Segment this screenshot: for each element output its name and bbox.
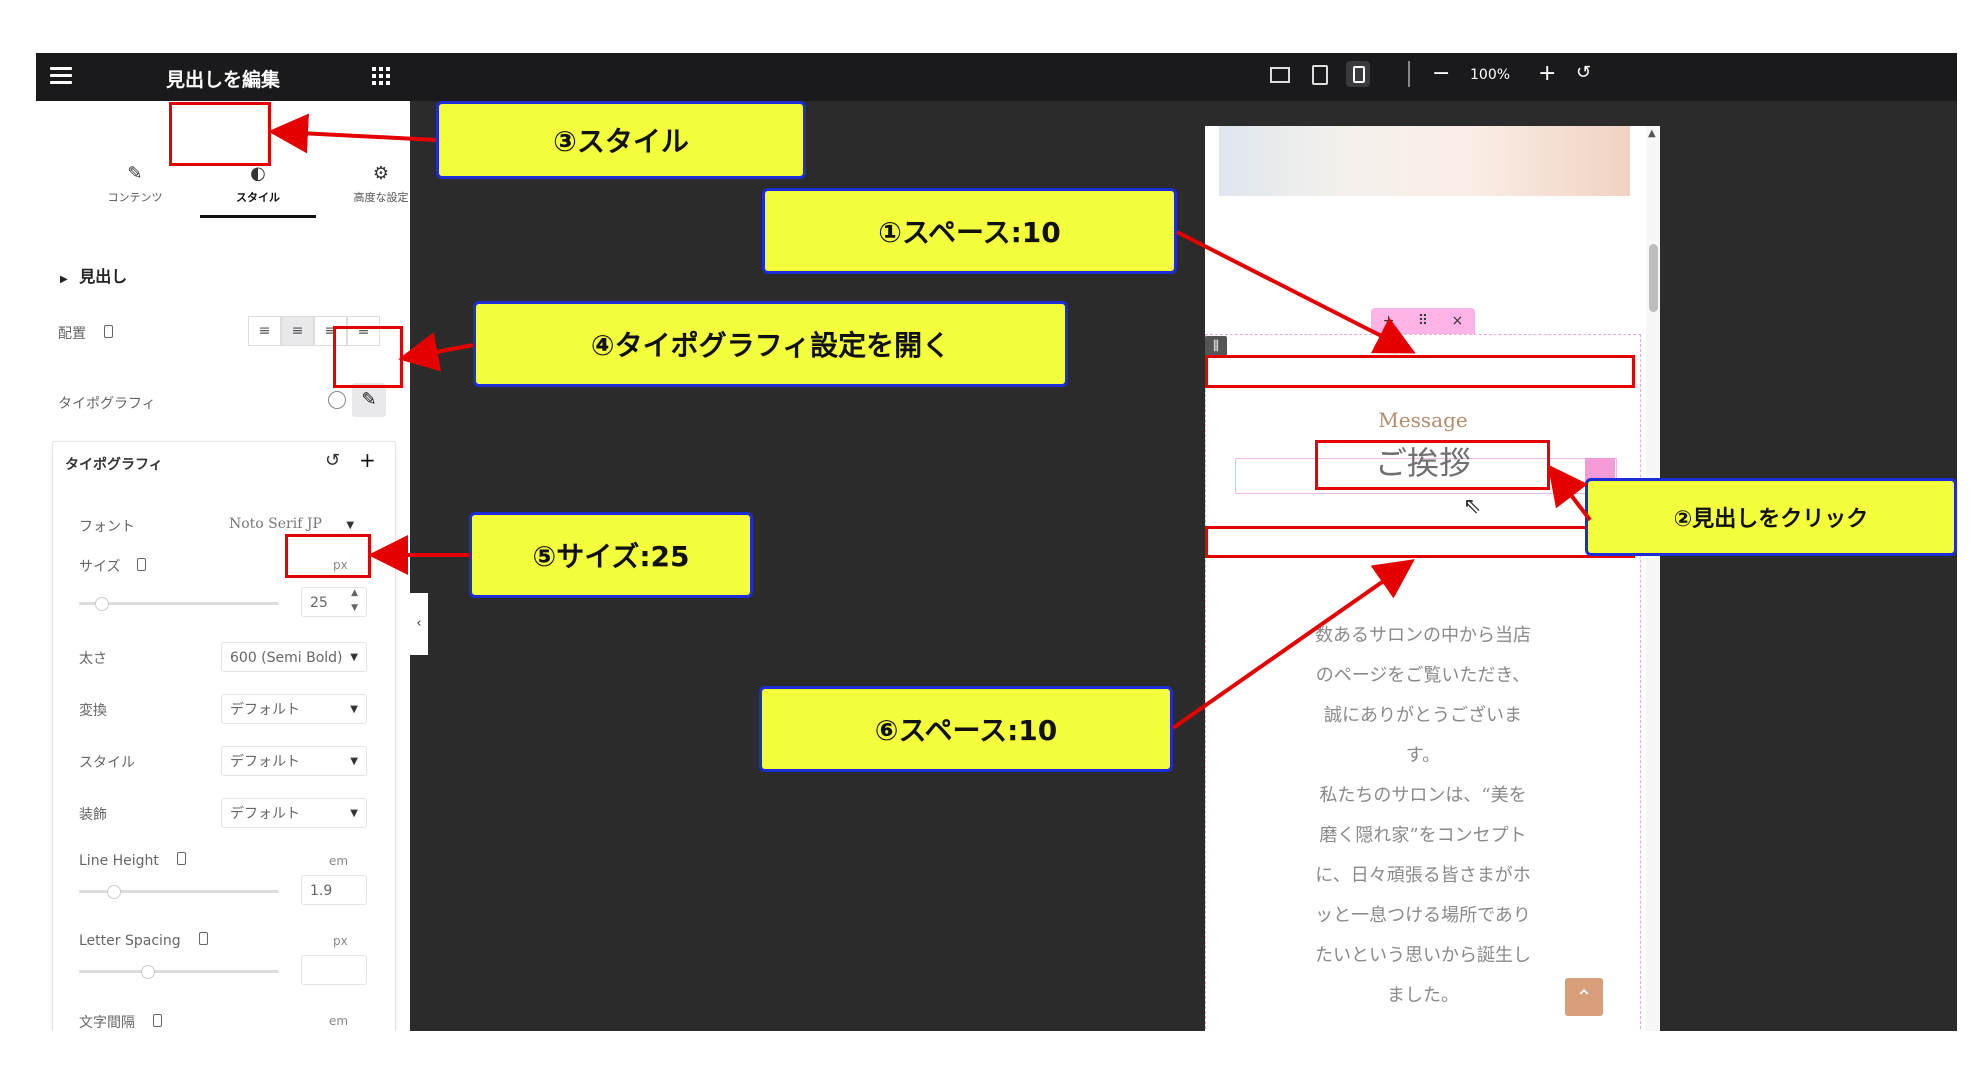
message-subtitle[interactable]: Message xyxy=(1205,408,1641,432)
alignment-label: 配置 xyxy=(58,323,114,343)
chevron-down-icon: ▼ xyxy=(350,756,358,767)
letter-spacing-slider-knob[interactable] xyxy=(141,965,155,979)
chevron-down-icon: ▼ xyxy=(350,808,358,819)
scrollbar-thumb[interactable] xyxy=(1649,244,1658,312)
word-spacing-unit[interactable]: em xyxy=(329,1014,348,1028)
tab-content[interactable]: ✎ コンテンツ xyxy=(80,163,190,205)
chevron-down-icon: ▼ xyxy=(350,652,358,663)
size-input[interactable]: 25 ▲ ▼ xyxy=(301,587,367,617)
mobile-icon xyxy=(153,1014,163,1027)
highlight-space-bottom xyxy=(1205,526,1635,558)
reset-zoom-icon[interactable]: ↺ xyxy=(1576,62,1591,83)
weight-label: 太さ xyxy=(79,651,107,667)
decoration-select[interactable]: デフォルト ▼ xyxy=(221,798,367,828)
line-height-label: Line Height xyxy=(79,852,187,869)
contrast-icon: ◐ xyxy=(250,163,266,184)
transform-select[interactable]: デフォルト ▼ xyxy=(221,694,367,724)
mobile-icon xyxy=(104,325,114,338)
highlight-style-tab xyxy=(169,102,271,166)
add-icon[interactable]: + xyxy=(359,448,376,472)
callout-style: ③スタイル xyxy=(436,101,806,179)
reset-icon[interactable]: ↺ xyxy=(325,450,340,471)
edit-typography-button[interactable]: ✎ xyxy=(352,383,386,417)
line-height-slider[interactable] xyxy=(79,885,279,899)
mobile-icon xyxy=(199,932,209,945)
align-left-icon[interactable]: ≡ xyxy=(248,316,281,346)
zoom-out-button[interactable]: − xyxy=(1432,61,1450,86)
drag-handle-icon[interactable]: ⠿ xyxy=(1418,313,1428,329)
banner-image xyxy=(1219,126,1630,196)
scroll-up-icon[interactable]: ▲ xyxy=(1648,128,1656,139)
chevron-down-icon: ▼ xyxy=(350,704,358,715)
letter-spacing-unit[interactable]: px xyxy=(333,934,348,948)
callout-space-top: ①スペース:10 xyxy=(762,188,1177,274)
highlight-heading xyxy=(1315,440,1550,490)
section-heading[interactable]: ▶ 見出し xyxy=(60,263,127,287)
highlight-size-input xyxy=(285,534,371,578)
caret-right-icon: ▶ xyxy=(60,274,68,285)
collapse-panel-button[interactable]: ‹ xyxy=(410,593,428,655)
size-slider[interactable] xyxy=(79,597,279,611)
chevron-up-icon: ⌃ xyxy=(1575,985,1593,1009)
style-select[interactable]: デフォルト ▼ xyxy=(221,746,367,776)
tab-advanced[interactable]: ⚙ 高度な設定 xyxy=(326,163,410,205)
panel-title: 見出しを編集 xyxy=(166,69,281,91)
zoom-in-button[interactable]: + xyxy=(1538,61,1556,86)
callout-click-heading: ②見出しをクリック xyxy=(1585,478,1957,556)
gear-icon: ⚙ xyxy=(372,163,390,184)
line-height-slider-knob[interactable] xyxy=(107,885,121,899)
font-select[interactable]: Noto Serif JP ▼ xyxy=(229,516,354,532)
device-tablet-icon[interactable] xyxy=(1312,65,1328,85)
mouse-cursor-icon: ⇖ xyxy=(1463,494,1482,519)
size-label: サイズ xyxy=(79,556,147,576)
callout-size: ⑤サイズ:25 xyxy=(469,512,753,598)
highlight-typography-edit xyxy=(333,326,403,388)
font-label: フォント xyxy=(79,519,135,535)
top-bar: 見出しを編集 − 100% + ↺ xyxy=(36,53,1957,101)
toolbar-divider xyxy=(1408,61,1410,87)
greeting-body: 数あるサロンの中から当店 のページをご覧いただき、 誠にありがとうございま す。… xyxy=(1315,625,1531,1006)
stepper-icon[interactable]: ▲ ▼ xyxy=(351,586,358,616)
back-to-top-button[interactable]: ⌃ xyxy=(1565,978,1603,1016)
line-height-unit[interactable]: em xyxy=(329,854,348,868)
letter-spacing-label: Letter Spacing xyxy=(79,932,209,949)
widgets-grid-icon[interactable] xyxy=(372,67,390,85)
line-height-input[interactable]: 1.9 xyxy=(301,875,367,905)
word-spacing-label: 文字間隔 xyxy=(79,1012,163,1031)
mobile-icon xyxy=(177,852,187,865)
decoration-label: 装飾 xyxy=(79,807,107,823)
typography-label: タイポグラフィ xyxy=(58,396,156,412)
pencil-icon: ✎ xyxy=(127,163,143,184)
device-desktop-icon[interactable] xyxy=(1270,67,1290,83)
mobile-icon xyxy=(137,558,147,571)
active-tab-indicator xyxy=(200,215,316,218)
callout-open-typography: ④タイポグラフィ設定を開く xyxy=(473,301,1068,387)
popup-title: タイポグラフィ xyxy=(65,457,163,473)
align-center-icon[interactable]: ≡ xyxy=(281,316,314,346)
weight-select[interactable]: 600 (Semi Bold) ▼ xyxy=(221,642,367,672)
pencil-icon: ✎ xyxy=(361,389,377,410)
typography-popup: タイポグラフィ ↺ + フォント Noto Serif JP ▼ サイズ px … xyxy=(52,441,396,1031)
tab-style[interactable]: ◐ スタイル xyxy=(203,163,313,205)
add-section-icon[interactable]: + xyxy=(1383,313,1395,329)
letter-spacing-input[interactable] xyxy=(301,955,367,985)
letter-spacing-slider[interactable] xyxy=(79,965,279,979)
chevron-down-icon: ▼ xyxy=(346,520,355,531)
device-mobile-icon[interactable] xyxy=(1346,61,1370,87)
menu-icon[interactable] xyxy=(50,67,72,85)
preview-canvas: ▲ + ⠿ × Message ご挨拶 ⇖ 数あるサロンの中から当店 のページを… xyxy=(1205,126,1660,1031)
globe-icon[interactable] xyxy=(328,391,346,409)
style-label: スタイル xyxy=(79,755,135,771)
transform-label: 変換 xyxy=(79,703,107,719)
callout-space-bottom: ⑥スペース:10 xyxy=(759,686,1173,772)
zoom-level: 100% xyxy=(1470,67,1511,83)
preview-scrollbar[interactable]: ▲ xyxy=(1646,126,1660,1031)
section-toolbar: + ⠿ × xyxy=(1371,308,1475,334)
size-slider-knob[interactable] xyxy=(95,597,109,611)
delete-section-icon[interactable]: × xyxy=(1452,313,1464,329)
highlight-space-top xyxy=(1205,355,1635,388)
